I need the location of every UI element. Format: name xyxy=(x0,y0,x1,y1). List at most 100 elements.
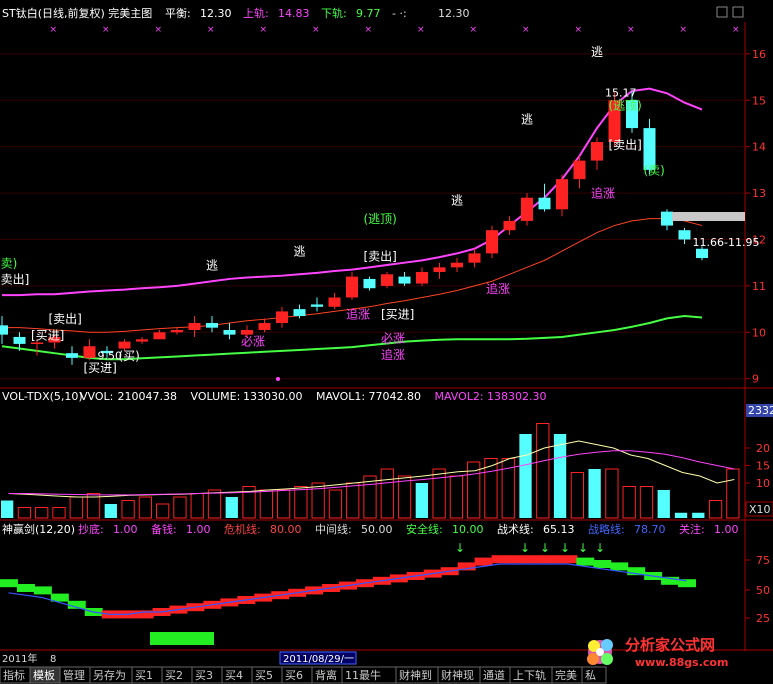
indicator-arrow: ↓ xyxy=(520,541,530,555)
volume-bar xyxy=(294,486,308,519)
candle-body xyxy=(83,346,96,358)
signal-label: [买进] xyxy=(84,361,117,375)
header-label: 上轨: xyxy=(243,6,269,20)
maximize-window-button[interactable] xyxy=(732,6,744,18)
watermark-name: 分析家公式网 xyxy=(625,636,715,654)
candle-body xyxy=(171,329,183,333)
bottom-tab-label: 买6 xyxy=(285,669,303,682)
volume-bar xyxy=(639,486,654,519)
header-value: 14.83 xyxy=(278,7,310,20)
candlesticks xyxy=(0,90,708,365)
candle-body xyxy=(311,304,323,307)
volume-bar xyxy=(674,512,688,518)
price-tick-label: 15 xyxy=(752,94,766,107)
volume-bar xyxy=(692,512,705,518)
indicator-plot: ↓ ↓ ↓ ↓ ↓ ↓ xyxy=(0,541,696,619)
price-tick-label: 11 xyxy=(752,280,766,293)
indicator-step xyxy=(33,586,52,595)
indicator-header: 神赢剑(12,20) 抄底: 1.00 备钱: 1.00 危机线: 80.00 中间线: 50.… xyxy=(2,522,739,536)
top-marker: × xyxy=(680,25,688,35)
value-8: 8 xyxy=(50,654,56,665)
indicator-step xyxy=(559,555,578,564)
indicator-step xyxy=(474,557,493,566)
volume-item-label: MAVOL1: xyxy=(316,390,365,403)
volume-bar xyxy=(35,507,49,519)
indicator-item-label: 备钱: xyxy=(151,522,177,536)
signal-label: (卖) xyxy=(644,164,665,178)
candle-body xyxy=(521,197,533,221)
bottom-tab-label: 11最牛 xyxy=(345,668,381,682)
volume-bar xyxy=(190,493,204,519)
signal-label: 追涨 xyxy=(486,281,510,296)
indicator-item-value: 1.00 xyxy=(714,523,739,536)
price-axis-ticks: 161514131211109 xyxy=(745,48,766,386)
signal-label: [卖出] xyxy=(609,138,642,152)
top-marker: × xyxy=(155,25,163,35)
bottom-tab-label: 买1 xyxy=(135,669,153,682)
candle-body xyxy=(223,329,236,335)
candle-body xyxy=(328,297,341,307)
candle-body xyxy=(486,230,498,254)
candle-body xyxy=(31,342,43,345)
volume-bar xyxy=(432,468,446,519)
signal-label: (逃顶) xyxy=(609,99,642,113)
volume-bar xyxy=(605,468,619,519)
header-label: - ·: xyxy=(392,7,407,20)
volume-bars xyxy=(1,423,740,519)
volume-axis-ticks: 20 15 10 xyxy=(745,442,770,490)
candle-body xyxy=(258,323,271,330)
indicator-item-label: 危机线: xyxy=(224,522,261,536)
mavol1-line xyxy=(8,440,735,498)
indicator-item-value: 80.00 xyxy=(270,523,302,536)
indicator-item-value: 50.00 xyxy=(361,523,393,536)
current-price-bar xyxy=(672,212,745,221)
header-value: 12.30 xyxy=(438,7,470,20)
indicator-item-label: 安全线: xyxy=(406,522,443,536)
candle-body xyxy=(0,325,8,335)
volume-item-label: MAVOL2: xyxy=(435,390,484,403)
top-marker: × xyxy=(417,25,425,35)
volume-bar xyxy=(225,497,238,518)
indicator-arrow: ↓ xyxy=(560,541,570,555)
indicator-step xyxy=(610,562,629,571)
top-marker: × xyxy=(522,25,530,35)
candle-body xyxy=(206,323,218,328)
candle-body xyxy=(591,142,603,161)
candle-body xyxy=(503,220,516,231)
top-marker: × xyxy=(627,25,635,35)
indicator-item-value: 10.00 xyxy=(452,523,484,536)
close-window-button[interactable] xyxy=(716,6,728,18)
volume-bar xyxy=(726,468,740,519)
indicator-item-value: 1.00 xyxy=(186,523,211,536)
candle-body xyxy=(678,230,691,240)
header-label: 下轨: xyxy=(321,6,347,20)
signal-label: [卖出] xyxy=(49,312,82,326)
volume-bar xyxy=(553,434,567,518)
bottom-tab-label: 财神到 xyxy=(399,668,432,682)
volume-bar xyxy=(657,490,670,518)
candle-body xyxy=(468,253,481,263)
candle-body xyxy=(136,339,148,342)
header-label: 平衡: xyxy=(165,7,191,20)
volume-bar xyxy=(328,489,343,519)
top-marker: × xyxy=(312,25,320,35)
price-annotation: 9.50 xyxy=(98,350,123,363)
bottom-tab-label: 私 xyxy=(585,669,596,682)
volume-bar xyxy=(104,504,117,518)
volume-bar xyxy=(276,489,291,519)
candle-body xyxy=(276,311,288,324)
volume-bar xyxy=(207,489,222,519)
indicator-step xyxy=(576,557,595,566)
volume-header: VOL-TDX(5,10)VVOL: 210047.38 VOLUME: 133030… xyxy=(2,390,547,403)
date-box-text: 2011/08/29/一 xyxy=(283,654,354,665)
signal-label: 追涨 xyxy=(591,186,615,201)
indicator-step xyxy=(508,555,527,564)
indicator-item-label: 中间线: xyxy=(315,522,352,536)
mavol2-line xyxy=(8,450,735,496)
volume-bar xyxy=(259,489,273,519)
signal-label: (逃顶) xyxy=(364,212,397,226)
signal-label: [卖出] xyxy=(0,273,29,287)
top-marker: × xyxy=(732,25,740,35)
volume-item-label: VVOL: xyxy=(80,390,113,403)
price-annotation: 11.66-11.95 xyxy=(693,236,760,249)
